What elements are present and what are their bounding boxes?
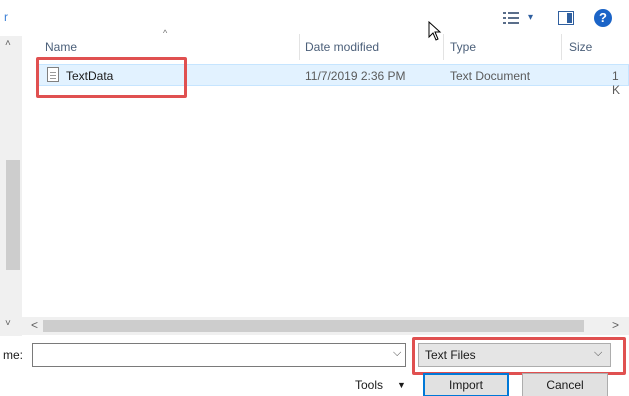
file-name-label: me: xyxy=(3,348,24,362)
highlight-box-filter xyxy=(412,337,626,375)
column-divider[interactable] xyxy=(561,34,562,60)
file-date-modified: 11/7/2019 2:36 PM xyxy=(305,69,406,83)
view-options-caret-icon[interactable]: ▾ xyxy=(528,12,533,23)
highlight-box-file xyxy=(36,57,187,98)
column-header-type[interactable]: Type xyxy=(450,40,476,54)
details-view-icon[interactable] xyxy=(503,12,519,24)
scroll-left-icon[interactable]: < xyxy=(31,318,38,332)
file-size: 1 K xyxy=(612,69,621,97)
column-header-name[interactable]: Name xyxy=(45,40,77,54)
scroll-down-icon[interactable]: ˅ xyxy=(5,318,11,329)
column-divider[interactable] xyxy=(443,34,444,60)
sort-ascending-icon: ^ xyxy=(163,28,168,38)
import-button[interactable]: Import xyxy=(423,373,509,396)
file-name-input[interactable] xyxy=(32,343,406,367)
mouse-cursor-icon xyxy=(428,20,442,41)
scroll-right-icon[interactable]: > xyxy=(612,318,619,332)
cancel-button[interactable]: Cancel xyxy=(522,373,608,396)
preview-pane-icon[interactable] xyxy=(558,11,574,25)
tools-caret-icon[interactable]: ▼ xyxy=(397,380,406,390)
file-name-dropdown-icon[interactable]: ⌵ xyxy=(393,347,401,360)
help-icon[interactable]: ? xyxy=(594,9,612,27)
file-type: Text Document xyxy=(450,69,531,83)
vertical-scroll-thumb[interactable] xyxy=(6,160,20,270)
column-divider[interactable] xyxy=(299,34,300,60)
horizontal-scroll-thumb[interactable] xyxy=(43,320,584,332)
tools-menu[interactable]: Tools xyxy=(355,378,383,392)
column-header-date-modified[interactable]: Date modified xyxy=(305,40,379,54)
column-header-size[interactable]: Size xyxy=(569,40,592,54)
toolbar-left-glyph: r xyxy=(4,10,8,24)
scroll-up-icon[interactable]: ˄ xyxy=(5,38,11,49)
